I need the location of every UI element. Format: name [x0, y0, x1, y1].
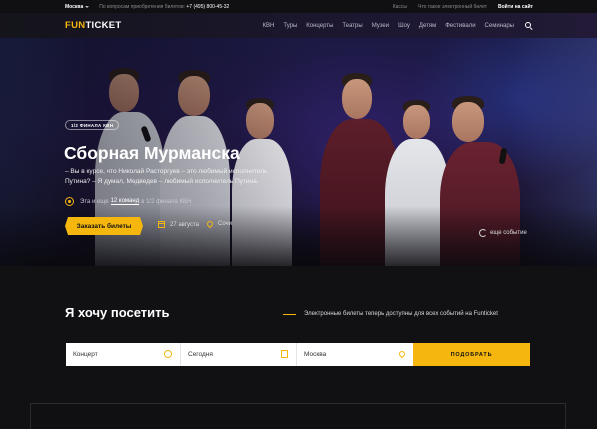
nav-item-shows[interactable]: Шоу	[398, 23, 410, 29]
category-select[interactable]: Концерт	[66, 343, 181, 366]
logo-fun: FUN	[65, 20, 86, 31]
phone-number[interactable]: +7 (495) 800-45-32	[186, 4, 229, 10]
search-icon[interactable]	[525, 21, 533, 30]
city-value: Москва	[304, 351, 327, 358]
logo[interactable]: FUNTICKET	[65, 20, 122, 31]
nav-menu: КВН Туры Концерты Театры Музеи Шоу Детям…	[254, 21, 533, 30]
teams-link[interactable]: 12 команд	[110, 198, 140, 205]
chevron-down-icon	[85, 5, 90, 8]
top-utility-bar: Москва По вопросам приобретения билетов:…	[0, 0, 597, 13]
quote-line: – Вы в курсе, что Николай Расторгуев – э…	[65, 168, 268, 175]
date-value: Сегодня	[188, 351, 213, 358]
page: Москва По вопросам приобретения билетов:…	[0, 0, 597, 429]
city-select[interactable]: Москва	[297, 343, 413, 366]
link-box-offices[interactable]: Кассы	[393, 4, 407, 10]
kvn-icon	[65, 197, 74, 206]
nav-item-tours[interactable]: Туры	[283, 23, 297, 29]
phone-label: По вопросам приобретения билетов:	[99, 3, 185, 10]
nav-item-kids[interactable]: Детям	[419, 23, 436, 29]
calendar-icon	[281, 350, 288, 358]
accent-dash	[283, 313, 296, 315]
nav-item-kvn[interactable]: КВН	[263, 23, 275, 29]
location-pin-icon	[397, 349, 407, 359]
location-pin-icon	[205, 219, 215, 229]
nav-item-theaters[interactable]: Театры	[342, 23, 362, 29]
event-note: Эта и еще 12 команд в 1/2 финала КВН	[65, 197, 191, 206]
city-label: Москва	[65, 3, 84, 10]
pick-events-button[interactable]: ПОДОБРАТЬ	[413, 343, 530, 366]
section-note: Электронные билеты теперь доступны для в…	[283, 311, 498, 317]
quote-line: Путина? – Я думал, Медведев – любимый ис…	[65, 178, 259, 185]
event-date: 27 августа	[158, 221, 199, 228]
event-badge: 1/2 ФИНАЛА КВН	[65, 120, 120, 130]
link-e-ticket-info[interactable]: Что такое электронный билет	[418, 4, 487, 10]
order-tickets-button[interactable]: Заказать билеты	[65, 217, 143, 235]
section-note-text: Электронные билеты теперь доступны для в…	[304, 311, 498, 317]
note-text-after: в 1/2 финала КВН	[141, 198, 192, 205]
event-filter-form: Концерт Сегодня Москва ПОДОБРАТЬ	[66, 343, 530, 366]
nav-item-seminars[interactable]: Семинары	[485, 23, 514, 29]
refresh-icon	[479, 229, 487, 237]
login-link[interactable]: Войти на сайт	[498, 4, 533, 10]
section-title: Я хочу посетить	[65, 305, 170, 320]
logo-ticket: TICKET	[85, 20, 122, 31]
event-title: Сборная Мурманска	[64, 143, 240, 163]
note-text-before: Эта и еще	[80, 198, 109, 205]
nav-item-festivals[interactable]: Фестивали	[445, 23, 475, 29]
category-icon	[164, 350, 172, 358]
event-place: Сочи	[205, 219, 233, 229]
main-nav: FUNTICKET КВН Туры Концерты Театры Музеи…	[0, 13, 597, 38]
nav-item-concerts[interactable]: Концерты	[306, 23, 333, 29]
event-date-text: 27 августа	[170, 221, 200, 228]
date-select[interactable]: Сегодня	[181, 343, 297, 366]
more-events-link[interactable]: еще событие	[479, 229, 527, 237]
content-panel	[30, 403, 566, 429]
calendar-icon	[158, 221, 165, 228]
city-selector[interactable]: Москва	[65, 3, 90, 10]
nav-item-museums[interactable]: Музеи	[372, 23, 389, 29]
event-quote: – Вы в курсе, что Николай Расторгуев – э…	[65, 167, 305, 187]
category-value: Концерт	[73, 351, 98, 358]
phone-info: По вопросам приобретения билетов: +7 (49…	[99, 4, 229, 10]
more-events-label: еще событие	[490, 230, 527, 236]
event-place-text: Сочи	[218, 221, 233, 227]
